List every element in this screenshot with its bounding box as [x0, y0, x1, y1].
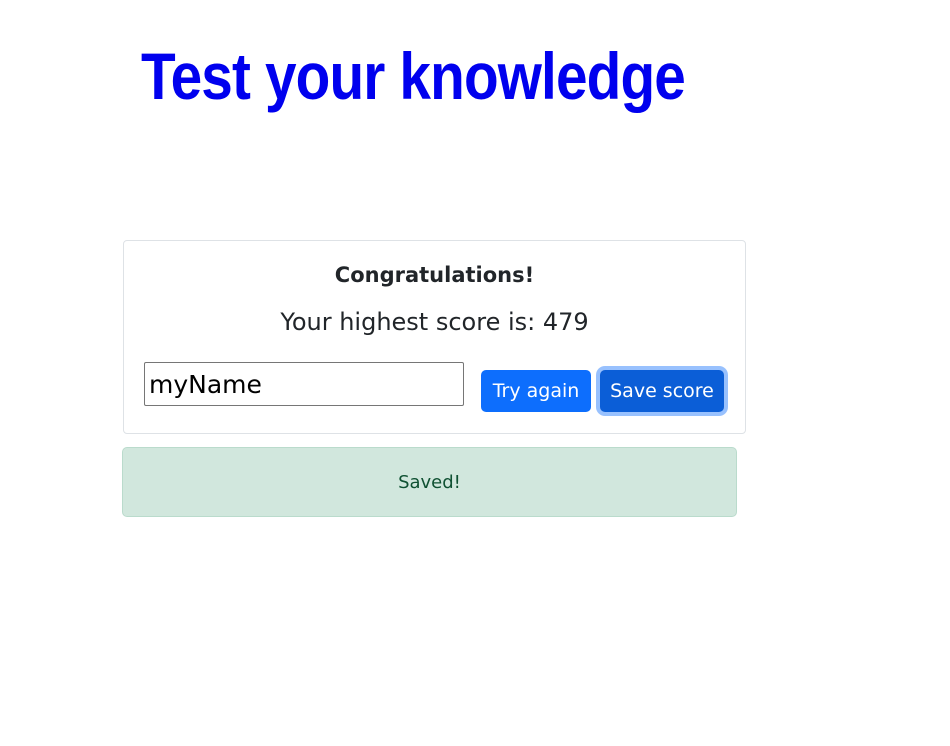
highest-score-text: Your highest score is: 479	[280, 308, 589, 336]
save-score-button[interactable]: Save score	[600, 370, 724, 412]
name-input[interactable]	[144, 362, 464, 406]
congratulations-heading: Congratulations!	[334, 263, 535, 287]
result-card: Congratulations! Your highest score is: …	[123, 240, 746, 434]
saved-alert: Saved!	[122, 447, 737, 517]
saved-alert-message: Saved!	[398, 471, 461, 493]
page-title: Test your knowledge	[141, 39, 686, 113]
try-again-button[interactable]: Try again	[481, 370, 591, 412]
